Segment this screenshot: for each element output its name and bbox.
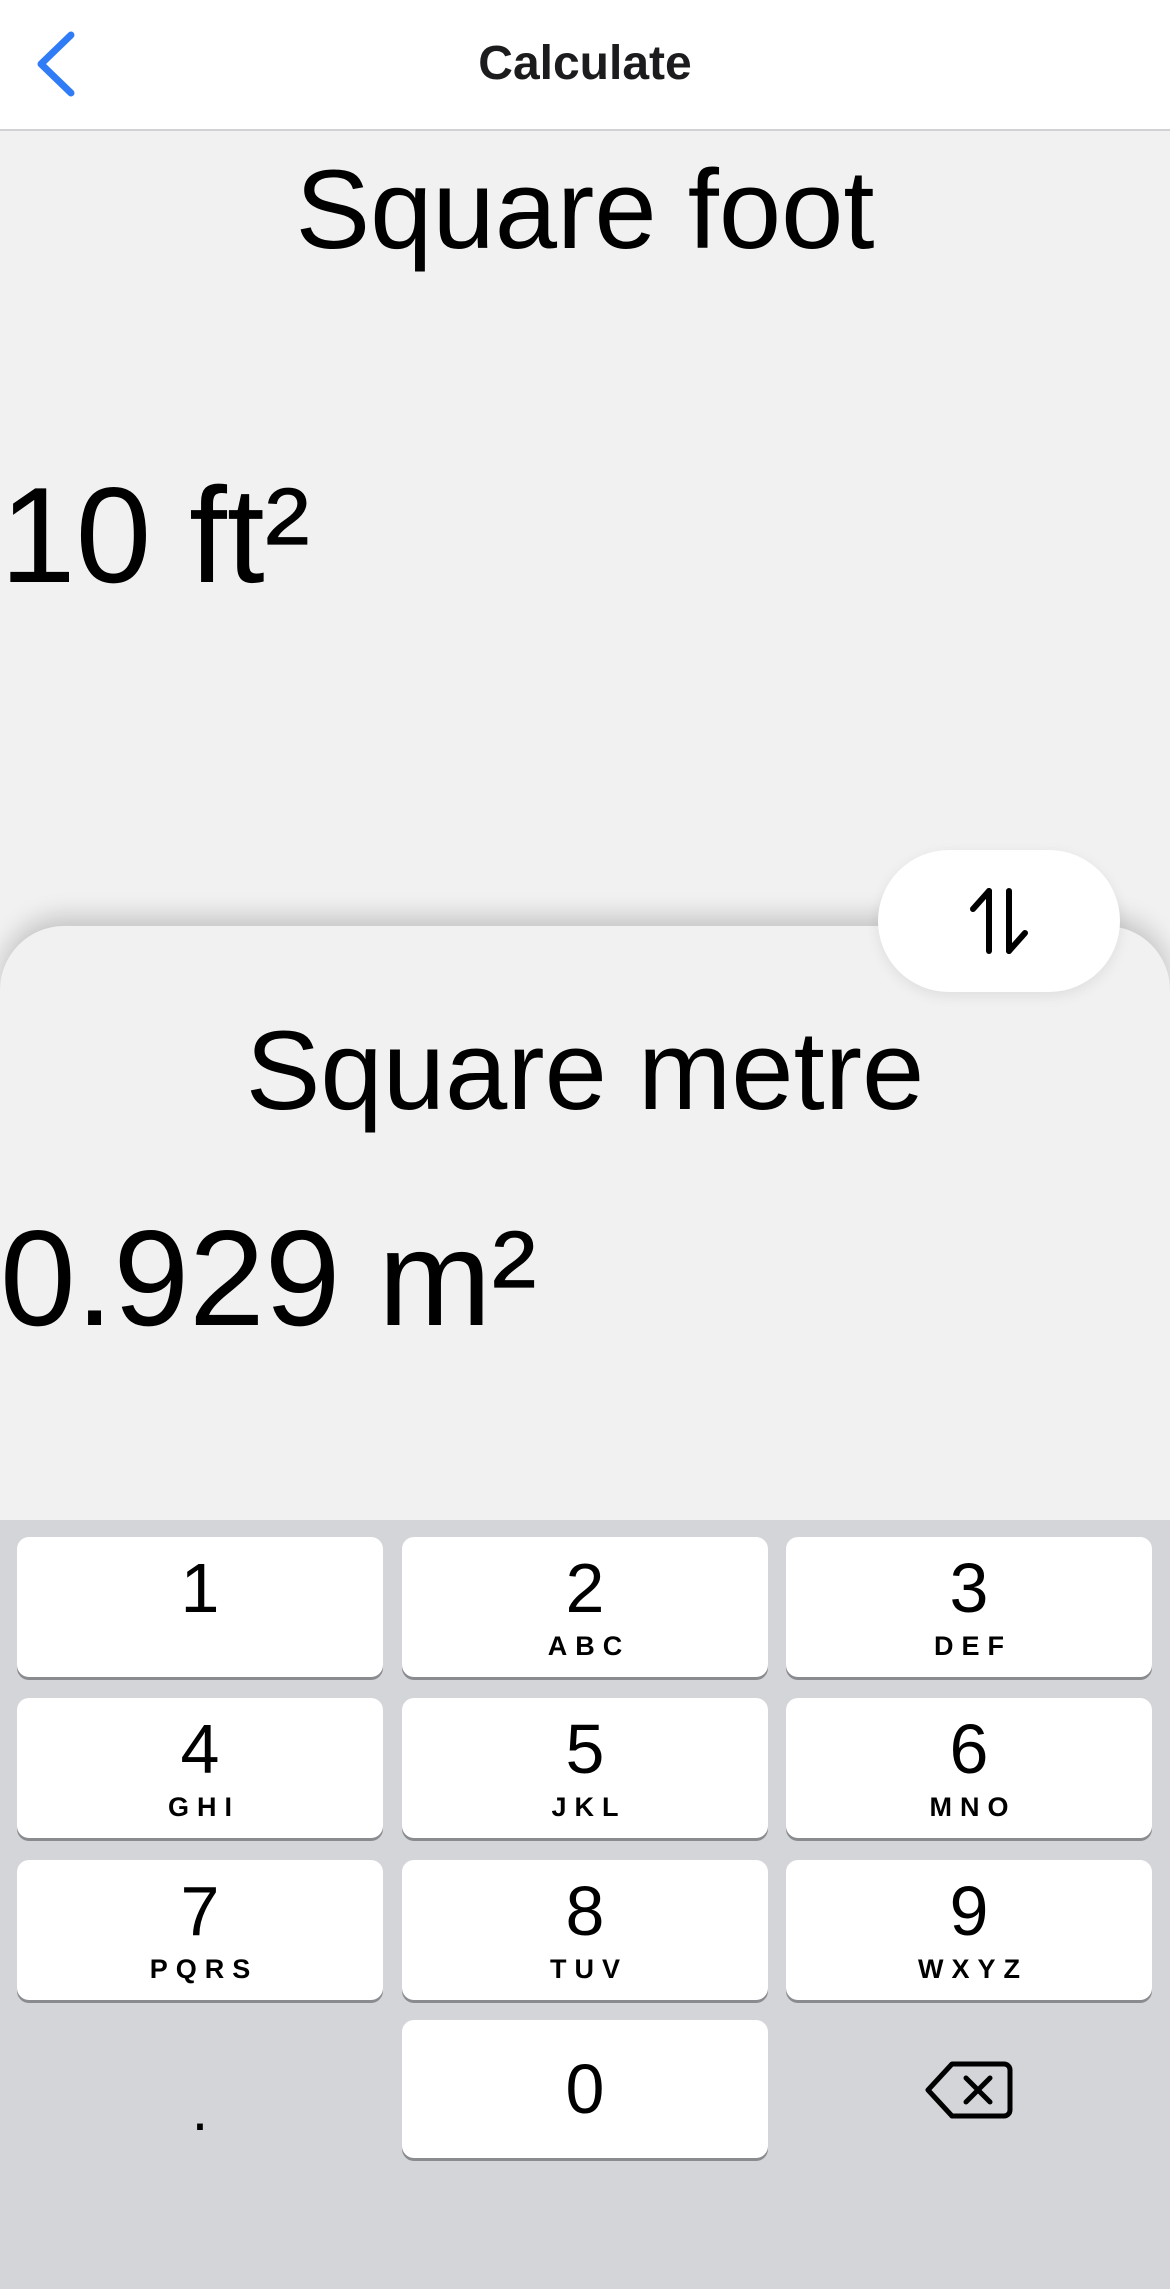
page-title: Calculate [478, 37, 692, 90]
key-letters: DEF [934, 1631, 1012, 1661]
key-0[interactable]: 0 [402, 2020, 768, 2158]
key-number: 8 [565, 1872, 605, 1950]
key-5[interactable]: 5 JKL [402, 1698, 768, 1838]
decimal-key[interactable]: . [17, 2020, 383, 2160]
numeric-keypad: 1 2 ABC 3 DEF 4 GHI 5 JKL 6 MNO 7 PQRS 8… [0, 1520, 1170, 2289]
target-unit-label: Square metre [245, 1008, 925, 1133]
key-number: 1 [180, 1549, 220, 1627]
key-letters: GHI [167, 1792, 240, 1822]
source-value-input[interactable]: 10 ft² [0, 455, 310, 615]
delete-key[interactable] [786, 2020, 1152, 2160]
key-number: 6 [949, 1710, 989, 1788]
swap-vertical-arrows-icon [970, 888, 1028, 954]
decimal-label: . [191, 2076, 209, 2143]
key-letters: WXYZ [918, 1954, 1028, 1984]
key-number: 3 [949, 1549, 989, 1627]
key-letters: JKL [551, 1792, 627, 1822]
key-letters: MNO [929, 1792, 1017, 1822]
key-number: 9 [949, 1872, 989, 1950]
result-panel: Square metre 0.929 m² [0, 926, 1170, 1520]
key-letters: PQRS [149, 1954, 259, 1984]
key-number: 2 [565, 1549, 605, 1627]
key-4[interactable]: 4 GHI [17, 1698, 383, 1838]
key-number: 0 [565, 2050, 605, 2128]
key-3[interactable]: 3 DEF [786, 1537, 1152, 1677]
key-number: 5 [565, 1710, 605, 1788]
key-2[interactable]: 2 ABC [402, 1537, 768, 1677]
key-number: 4 [180, 1710, 220, 1788]
key-1[interactable]: 1 [17, 1537, 383, 1677]
target-value: 0.929 m² [0, 1202, 537, 1354]
source-unit-label: Square foot [295, 147, 875, 272]
navigation-bar: Calculate [0, 0, 1170, 131]
key-letters: TUV [550, 1954, 628, 1984]
key-7[interactable]: 7 PQRS [17, 1860, 383, 2000]
key-number: 7 [180, 1872, 220, 1950]
swap-units-button[interactable] [878, 850, 1120, 992]
key-8[interactable]: 8 TUV [402, 1860, 768, 2000]
key-letters: ABC [547, 1631, 631, 1661]
key-6[interactable]: 6 MNO [786, 1698, 1152, 1838]
backspace-icon [925, 2061, 1013, 2119]
key-9[interactable]: 9 WXYZ [786, 1860, 1152, 2000]
